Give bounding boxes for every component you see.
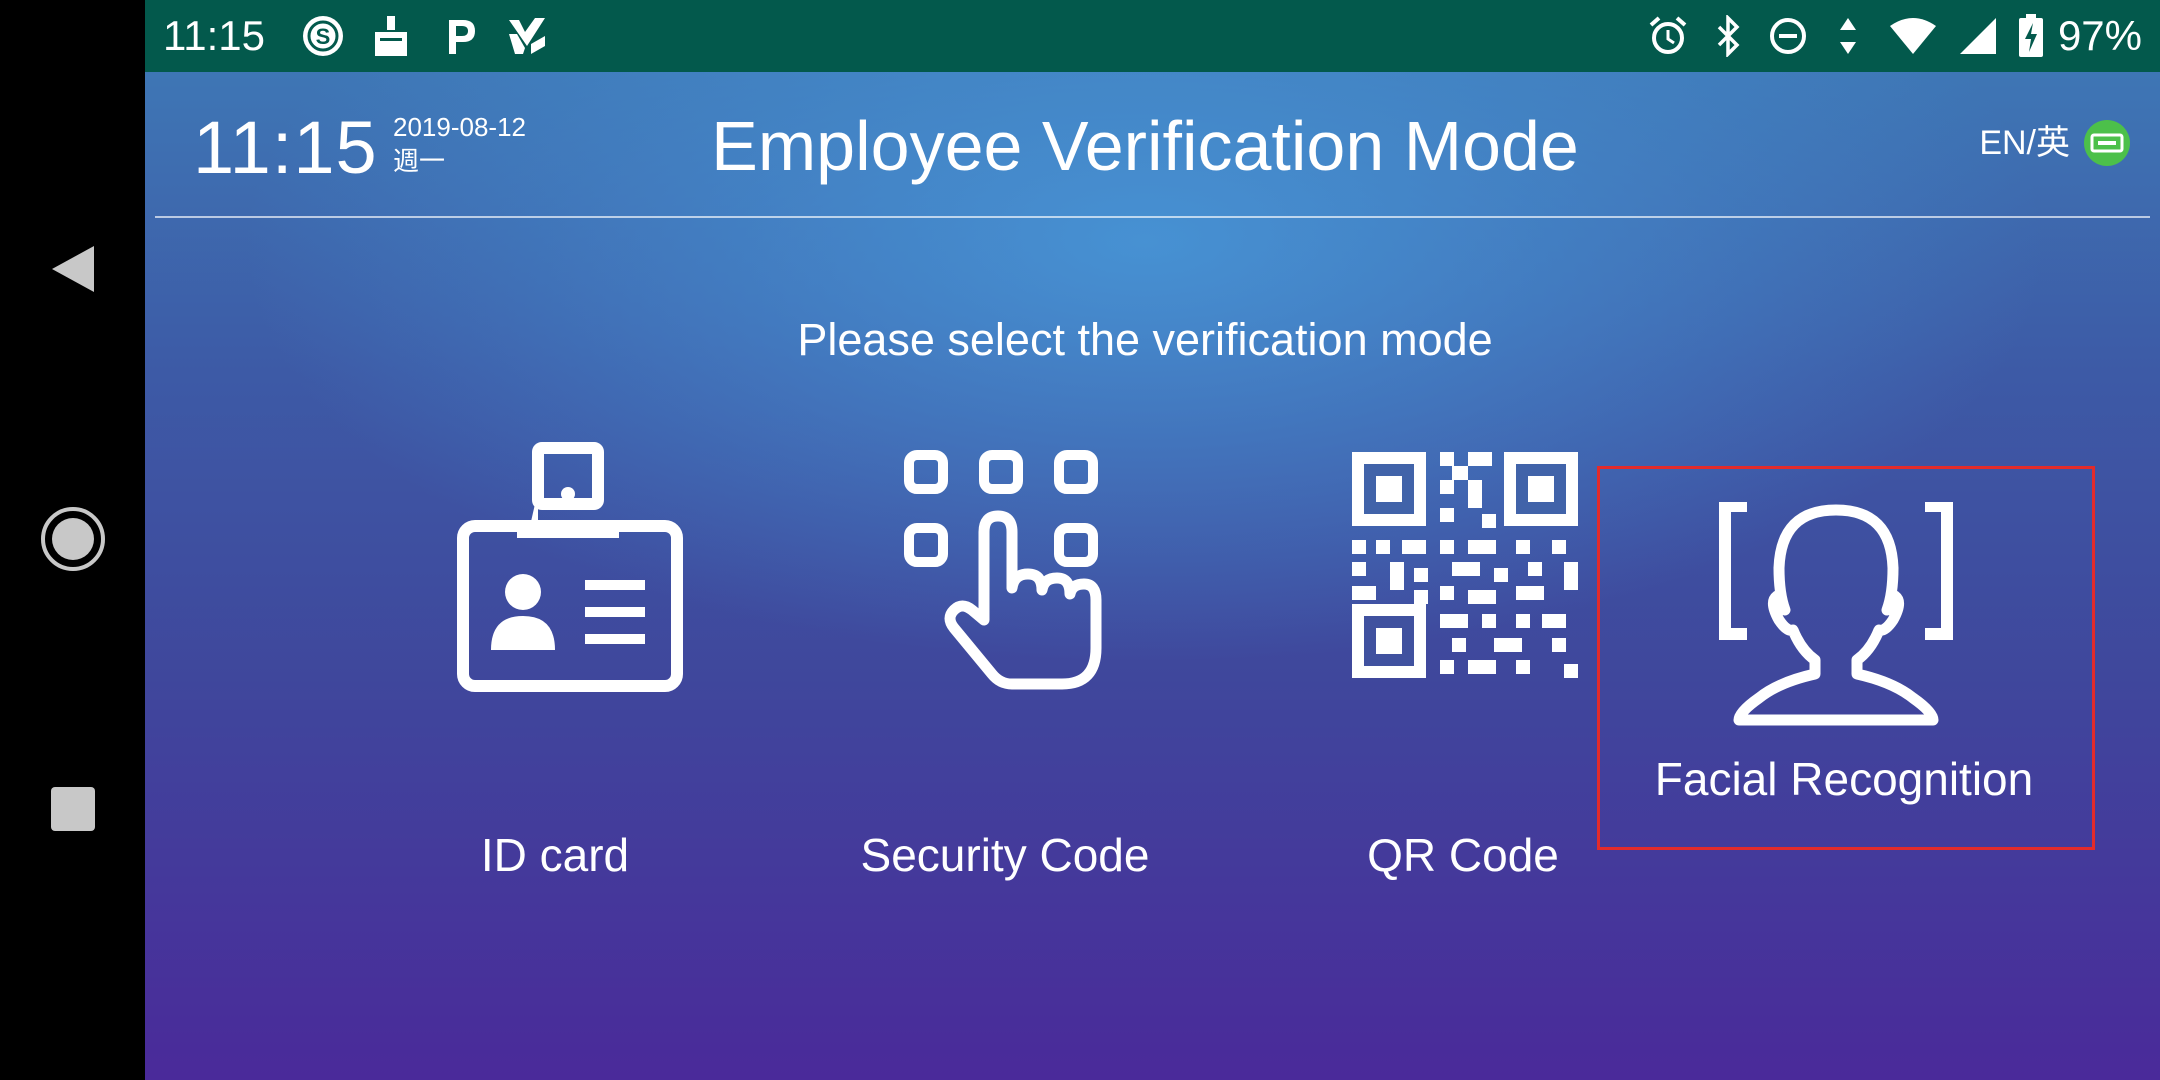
- data-arrows-icon: [1828, 14, 1868, 58]
- keypad-touch-icon: [904, 450, 1102, 690]
- id-card-icon: [457, 442, 683, 692]
- app-header: 11:15 2019-08-12 週一 Employee Verificatio…: [145, 72, 2160, 218]
- svg-text:S: S: [316, 24, 331, 49]
- device-screen: 11:15 S 97% 11:15 2019-08-12 週一 Employee…: [145, 0, 2160, 1080]
- notification-icons: S: [300, 13, 550, 59]
- parking-icon: [436, 13, 482, 59]
- battery-charging-icon: [2018, 14, 2044, 58]
- sync-icon: S: [300, 13, 346, 59]
- home-button[interactable]: [0, 484, 145, 594]
- header-divider: [155, 216, 2150, 218]
- back-icon: [51, 246, 94, 292]
- navigation-bar: [0, 0, 145, 1080]
- home-icon: [40, 507, 105, 571]
- bluetooth-icon: [1708, 14, 1748, 58]
- wifi-icon: [1888, 14, 1938, 58]
- back-button[interactable]: [0, 214, 145, 324]
- recents-button[interactable]: [0, 754, 145, 864]
- language-label: EN/英: [1979, 124, 2070, 162]
- network-badge-icon: [2084, 120, 2130, 166]
- do-not-disturb-icon: [1768, 14, 1808, 58]
- qr-code-icon: [1352, 452, 1578, 678]
- status-time: 11:15: [163, 12, 265, 59]
- cleaner-icon: [368, 13, 414, 59]
- mode-id-card[interactable]: ID card: [345, 442, 765, 881]
- selection-highlight: [1597, 466, 2095, 850]
- task-check-icon: [504, 13, 550, 59]
- system-icons: 97%: [1648, 10, 2142, 62]
- battery-percent: 97%: [2057, 12, 2142, 59]
- alarm-icon: [1648, 14, 1688, 58]
- status-bar: 11:15 S 97%: [145, 0, 2160, 72]
- mode-security-code[interactable]: Security Code: [795, 450, 1215, 881]
- recents-icon: [50, 787, 95, 831]
- cell-signal-icon: [1958, 14, 1998, 58]
- selection-prompt: Please select the verification mode: [797, 314, 1493, 365]
- page-title: Employee Verification Mode: [711, 107, 1579, 185]
- mode-label-id-card: ID card: [480, 829, 630, 881]
- verification-screen: 11:15 2019-08-12 週一 Employee Verificatio…: [145, 72, 2160, 1080]
- mode-label-security-code: Security Code: [860, 829, 1150, 881]
- language-switch[interactable]: EN/英: [1979, 120, 2130, 166]
